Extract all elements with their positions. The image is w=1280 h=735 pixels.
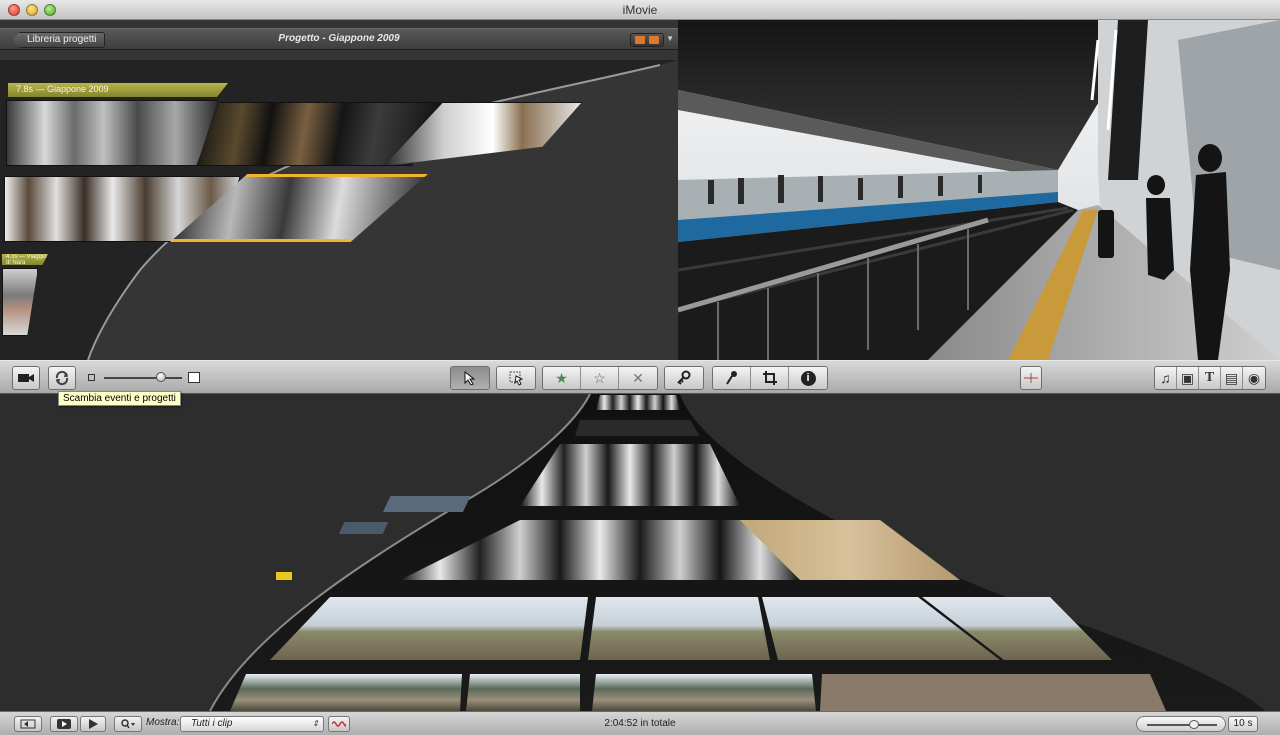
clip-zoom-slider[interactable]	[88, 371, 204, 385]
large-clip-icon	[188, 372, 200, 383]
mark-favorite-button[interactable]: ★	[543, 367, 581, 389]
total-duration: 2:04:52 in totale	[604, 718, 676, 729]
info-icon: i	[800, 370, 816, 386]
reject-x-icon: ✕	[632, 369, 644, 386]
event-curve	[209, 394, 1265, 711]
event-clip-row[interactable]	[230, 674, 1166, 711]
chevron-down-icon[interactable]: ▼	[666, 34, 674, 43]
music-browser-button[interactable]: ♫	[1155, 367, 1177, 389]
crop-button[interactable]	[751, 367, 789, 389]
star-filled-icon: ★	[555, 369, 568, 386]
media-browsers-group: ♫ ▣ T ▤ ◉	[1154, 366, 1266, 390]
view-mode-icon	[649, 36, 659, 44]
star-outline-icon: ☆	[593, 369, 606, 386]
camera-icon	[18, 374, 34, 382]
event-browser	[0, 394, 1280, 711]
thumbnail-duration-slider[interactable]	[1136, 716, 1226, 732]
viewer-frame	[678, 20, 1280, 360]
hand-tool-button[interactable]	[497, 367, 535, 389]
photo-browser-button[interactable]: ▣	[1177, 367, 1199, 389]
hand-drag-icon	[509, 371, 524, 386]
crop-icon	[762, 371, 777, 385]
edit-tools-group	[450, 366, 490, 390]
project-clip[interactable]	[6, 100, 218, 166]
window-title: iMovie	[622, 3, 658, 17]
clip-title-label: 7.8s — Giappone 2009	[16, 84, 109, 94]
globe-icon: ◉	[1247, 369, 1261, 386]
project-browser: Libreria progetti Progetto - Giappone 20…	[0, 20, 678, 360]
event-clip-row[interactable]	[400, 395, 960, 580]
unmark-button[interactable]: ☆	[581, 367, 619, 389]
key-icon	[677, 370, 691, 385]
title-browser-button[interactable]: T	[1199, 367, 1221, 389]
title-icon: T	[1204, 370, 1215, 385]
imovie-window: iMovie Libreria progetti Progetto - Giap…	[0, 0, 1280, 735]
transition-icon: ▤	[1224, 369, 1239, 386]
clip-title-label: 4.3s — Viaggio di Nara	[6, 254, 47, 266]
thumbnail-duration-value: 10 s	[1228, 716, 1258, 732]
swap-icon	[55, 370, 69, 386]
transition-browser-button[interactable]: ▤	[1221, 367, 1243, 389]
music-note-icon: ♫	[1160, 370, 1171, 386]
arrow-pointer-icon	[464, 371, 476, 385]
select-tool-button[interactable]	[451, 367, 489, 389]
camera-import-button[interactable]	[12, 366, 40, 390]
audio-skimming-button[interactable]	[1020, 366, 1042, 390]
project-view-toggle[interactable]	[630, 33, 664, 47]
keyword-button[interactable]	[665, 367, 703, 389]
title-bar: iMovie	[0, 0, 1280, 20]
voiceover-button[interactable]	[713, 367, 751, 389]
info-button[interactable]: i	[789, 367, 827, 389]
swap-events-projects-button[interactable]	[48, 366, 76, 390]
clip-title-bar[interactable]: 4.3s — Viaggio di Nara	[2, 254, 48, 265]
project-header-bar: Libreria progetti Progetto - Giappone 20…	[0, 28, 678, 50]
hand-tool-group	[496, 366, 536, 390]
camera-icon: ▣	[1180, 369, 1195, 386]
reject-button[interactable]: ✕	[619, 367, 657, 389]
video-viewer[interactable]	[678, 20, 1280, 360]
bottom-bar: Mostra: Tutti i clip ⇕ 2:04:52 in totale…	[0, 711, 1280, 735]
map-browser-button[interactable]: ◉	[1243, 367, 1265, 389]
clip-title-bar[interactable]: 7.8s — Giappone 2009	[8, 83, 228, 97]
slider-track[interactable]	[104, 377, 182, 379]
tools-group: i	[712, 366, 828, 390]
view-mode-icon	[635, 36, 645, 44]
audio-waveform-icon	[1024, 373, 1038, 383]
tooltip: Scambia eventi e progetti	[58, 391, 181, 406]
microphone-icon	[725, 371, 737, 385]
slider-track[interactable]	[1147, 724, 1217, 726]
slider-knob[interactable]	[156, 372, 166, 382]
main-toolbar: ★ ☆ ✕ i ♫ ▣ T ▤ ◉	[0, 360, 1280, 735]
event-clip-row[interactable]	[270, 597, 1112, 660]
rating-group: ★ ☆ ✕	[542, 366, 658, 390]
keyword-group	[664, 366, 704, 390]
project-title: Progetto - Giappone 2009	[278, 33, 400, 44]
small-clip-icon	[88, 374, 95, 381]
slider-knob[interactable]	[1189, 720, 1199, 729]
